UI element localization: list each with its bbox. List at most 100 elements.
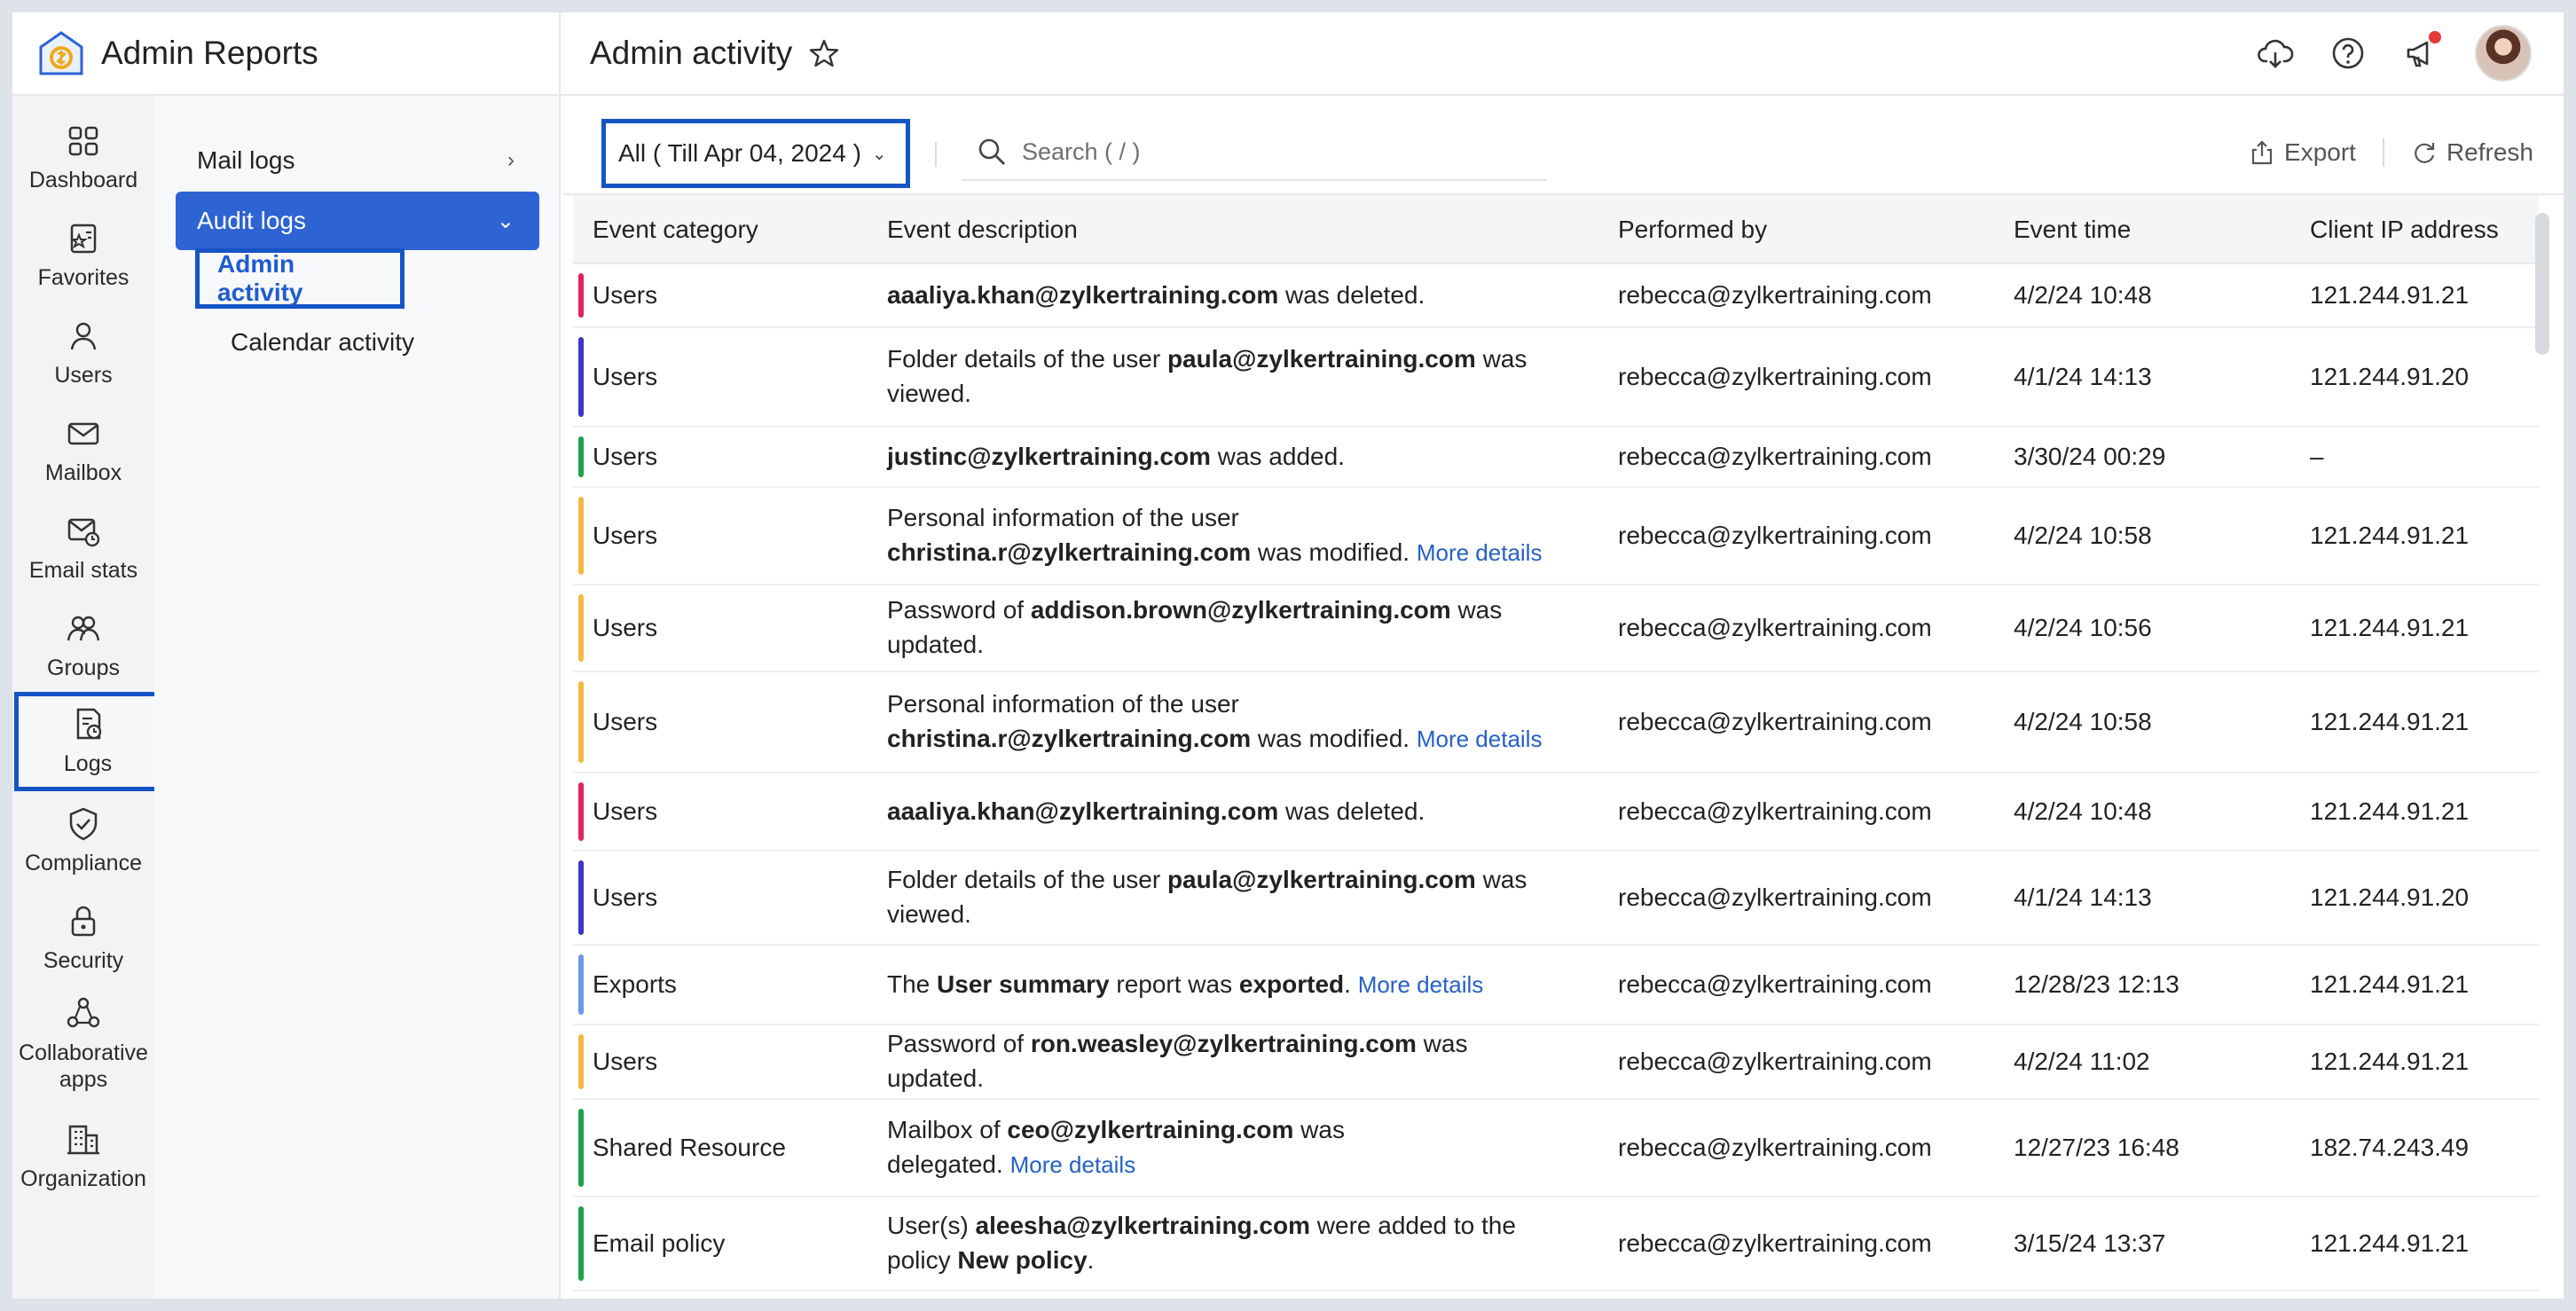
notification-dot xyxy=(2429,31,2441,43)
description-text: Personal information of the user christi… xyxy=(887,501,1570,569)
description-fragment: . xyxy=(1344,970,1358,998)
submenu-mail-logs[interactable]: Mail logs › xyxy=(176,131,539,190)
cell-category: Email policy xyxy=(593,1229,726,1257)
submenu-calendar-activity[interactable]: Calendar activity xyxy=(213,312,432,373)
rail-item-compliance[interactable]: Compliance xyxy=(12,791,154,891)
cell-client-ip: 121.244.91.21 xyxy=(2310,522,2470,549)
search-box[interactable] xyxy=(962,124,1547,181)
user-avatar[interactable] xyxy=(2475,25,2532,82)
table-row[interactable]: Users Password of addison.brown@zylkertra… xyxy=(573,585,2539,672)
category-color-stripe xyxy=(578,782,584,841)
description-text: Password of ron.weasley@zylkertraining.c… xyxy=(887,1027,1570,1095)
cell-event-time: 3/30/24 00:29 xyxy=(2014,443,2166,470)
table-row[interactable]: Email policy User(s) aleesha@zylkertraini… xyxy=(573,1197,2539,1291)
cell-event-time: 4/2/24 10:48 xyxy=(2014,281,2152,309)
toolbar-divider xyxy=(2382,138,2384,167)
description-fragment: The xyxy=(887,970,938,998)
column-header-performed-by[interactable]: Performed by xyxy=(1618,195,1767,264)
table-row[interactable]: Exports The User summary report was expor… xyxy=(573,946,2539,1025)
cell-performed-by: rebecca@zylkertraining.com xyxy=(1618,797,1932,825)
export-button[interactable]: Export xyxy=(2234,138,2370,167)
rail-label: Compliance xyxy=(24,851,142,875)
column-header-category[interactable]: Event category xyxy=(593,195,758,264)
cell-client-ip: 121.244.91.20 xyxy=(2310,363,2470,390)
rail-item-mailbox[interactable]: Mailbox xyxy=(12,401,154,500)
date-filter-select[interactable]: All ( Till Apr 04, 2024 ) ⌄ xyxy=(601,119,910,188)
cell-category: Users xyxy=(593,883,658,911)
description-fragment: was added. xyxy=(1210,442,1345,470)
grid-icon xyxy=(68,126,98,156)
app-title: Admin Reports xyxy=(101,35,318,71)
lock-icon xyxy=(71,906,96,937)
rail-item-logs[interactable]: Logs xyxy=(14,692,161,791)
favorite-star-icon[interactable] xyxy=(808,37,840,69)
rail-item-groups[interactable]: Groups xyxy=(12,596,154,695)
submenu-audit-logs[interactable]: Audit logs ⌄ xyxy=(176,192,539,250)
toolbar-divider xyxy=(935,142,937,167)
description-fragment: was modified. xyxy=(1251,725,1417,752)
cell-description: aaaliya.khan@zylkertraining.com was dele… xyxy=(887,264,1588,326)
column-header-event-time[interactable]: Event time xyxy=(2014,195,2131,264)
nav-rail: Dashboard Favorites Users Mailbox Email … xyxy=(12,96,161,1299)
help-icon[interactable] xyxy=(2329,35,2367,72)
cell-description: Personal information of the user christi… xyxy=(887,672,1588,772)
table-row[interactable]: Users Folder details of the user paula@zy… xyxy=(573,328,2539,428)
vertical-scrollbar[interactable] xyxy=(2535,213,2549,355)
table-row[interactable]: Shared Resource Mailbox of ceo@zylkertrai… xyxy=(573,1100,2539,1197)
cell-category: Exports xyxy=(593,970,677,998)
description-text: Personal information of the user christi… xyxy=(887,687,1570,756)
refresh-label: Refresh xyxy=(2446,138,2533,166)
announcements-button[interactable] xyxy=(2402,31,2441,72)
rail-item-security[interactable]: Security xyxy=(12,889,154,988)
admin-reports-app: Admin Reports Admin activity Dashboard F… xyxy=(12,12,2564,1299)
description-bold: paula@zylkertraining.com xyxy=(1166,345,1476,373)
table-row[interactable]: Users Folder details of the user paula@zy… xyxy=(573,852,2539,946)
table-row[interactable]: Users Personal information of the user ch… xyxy=(573,672,2539,773)
cell-description: Personal information of the user christi… xyxy=(887,488,1588,584)
description-fragment: report was xyxy=(1109,970,1239,998)
rail-item-users[interactable]: Users xyxy=(12,303,154,403)
cell-description: The User summary report was exported. Mo… xyxy=(887,946,1588,1024)
submenu-label: Audit logs xyxy=(197,207,306,234)
category-color-stripe xyxy=(578,1034,584,1089)
cell-event-time: 4/2/24 10:56 xyxy=(2014,614,2152,641)
rail-item-dashboard[interactable]: Dashboard xyxy=(12,108,154,208)
refresh-button[interactable]: Refresh xyxy=(2397,138,2548,167)
admin-reports-logo-icon xyxy=(39,31,83,75)
description-bold: ron.weasley@zylkertraining.com xyxy=(1030,1030,1417,1058)
category-color-stripe xyxy=(578,954,584,1015)
category-color-stripe xyxy=(578,337,584,417)
rail-item-email-stats[interactable]: Email stats xyxy=(12,498,154,598)
cell-category: Shared Resource xyxy=(593,1134,786,1161)
column-header-client-ip[interactable]: Client IP address xyxy=(2310,195,2499,264)
table-row[interactable]: Users aaaliya.khan@zylkertraining.com was… xyxy=(573,264,2539,328)
rail-item-organization[interactable]: Organization xyxy=(12,1107,154,1206)
table-row[interactable]: Users Password of ron.weasley@zylkertrain… xyxy=(573,1025,2539,1100)
more-details-link[interactable]: More details xyxy=(1010,1151,1136,1178)
cell-client-ip: 121.244.91.21 xyxy=(2310,708,2470,735)
search-input[interactable] xyxy=(1022,137,1519,166)
cell-event-time: 4/1/24 14:13 xyxy=(2014,363,2152,390)
more-details-link[interactable]: More details xyxy=(1417,539,1543,566)
more-details-link[interactable]: More details xyxy=(1417,726,1543,752)
description-bold: paula@zylkertraining.com xyxy=(1166,866,1476,894)
rail-item-collaborative-apps[interactable]: Collaborative apps xyxy=(12,986,154,1102)
chevron-down-icon: ⌄ xyxy=(496,208,514,233)
rail-item-favorites[interactable]: Favorites xyxy=(12,206,154,305)
table-row[interactable]: Users justinc@zylkertraining.com was adde… xyxy=(573,428,2539,488)
submenu-admin-activity[interactable]: Admin activity xyxy=(195,248,404,309)
brand-header: Admin Reports xyxy=(12,12,561,96)
description-fragment: was deleted. xyxy=(1278,797,1425,825)
table-row[interactable]: Users aaaliya.khan@zylkertraining.com was… xyxy=(573,773,2539,852)
cell-category: Users xyxy=(593,614,658,641)
column-header-description[interactable]: Event description xyxy=(887,195,1078,264)
more-details-link[interactable]: More details xyxy=(1358,971,1484,998)
description-text: The User summary report was exported. Mo… xyxy=(887,968,1570,1002)
table-row[interactable]: Users Personal information of the user ch… xyxy=(573,488,2539,585)
cloud-download-icon[interactable] xyxy=(2257,35,2294,72)
groups-icon xyxy=(67,616,100,641)
cell-performed-by: rebecca@zylkertraining.com xyxy=(1618,614,1932,641)
cell-client-ip: 121.244.91.21 xyxy=(2310,614,2470,641)
description-fragment: User(s) xyxy=(887,1212,976,1240)
filter-value: All ( Till Apr 04, 2024 ) xyxy=(618,139,861,167)
